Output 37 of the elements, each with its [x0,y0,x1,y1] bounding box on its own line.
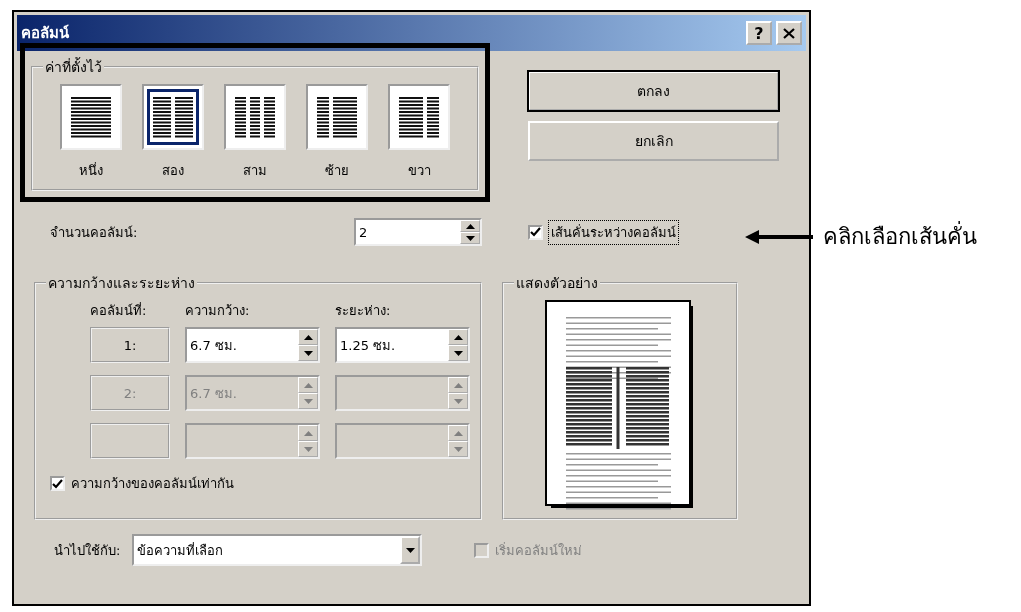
help-button[interactable]: ? [746,21,772,45]
spin-field[interactable]: 1.25 ซม. [335,327,470,363]
group-label: แสดงตัวอย่าง [515,274,599,293]
up-arrow-icon[interactable] [453,334,463,340]
field-label: นำไปใช้กับ: [54,541,121,560]
group-label: ความกว้างและระยะห่าง [47,274,196,293]
column-header: ความกว้าง: [185,302,251,320]
column-number: 2: [90,375,170,411]
spin-field[interactable]: 6.7 ซม. [185,327,320,363]
window-title: คอลัมน์ [21,23,70,44]
spin-field[interactable]: 2 [354,218,482,246]
up-arrow-icon[interactable] [303,334,313,340]
columns-icon [317,96,357,138]
up-arrow-icon[interactable] [465,223,475,229]
apply-to-dropdown[interactable]: ข้อความที่เลือก [132,534,423,566]
close-icon[interactable] [783,27,795,39]
columns-icon [153,96,193,138]
checkbox[interactable] [50,476,65,491]
columns-icon [71,96,111,138]
field-label: จำนวนคอลัมน์: [50,223,138,242]
down-arrow-icon[interactable] [465,235,475,241]
checkbox-label[interactable]: ความกว้างของคอลัมน์เท่ากัน [71,473,234,494]
down-arrow-icon[interactable] [303,350,313,356]
close-button[interactable] [776,21,802,45]
group-label: ค่าที่ตั้งไว้ [44,56,103,77]
dialog-button[interactable]: ยกเลิก [528,121,779,161]
column-header: คอลัมน์ที่: [90,301,148,320]
down-arrow-icon[interactable] [453,350,463,356]
dropdown-arrow-icon[interactable] [405,547,415,553]
column-header: ระยะห่าง: [335,302,392,320]
dialog-button[interactable]: ตกลง [528,71,779,111]
checkbox-label[interactable]: เส้นคั่นระหว่างคอลัมน์ [549,220,678,244]
annotation-text: คลิกเลือกเส้นคั่น [823,219,977,254]
columns-icon [399,96,439,138]
column-number: 1: [90,327,170,363]
checkbox[interactable] [528,224,543,240]
columns-icon [235,96,275,138]
